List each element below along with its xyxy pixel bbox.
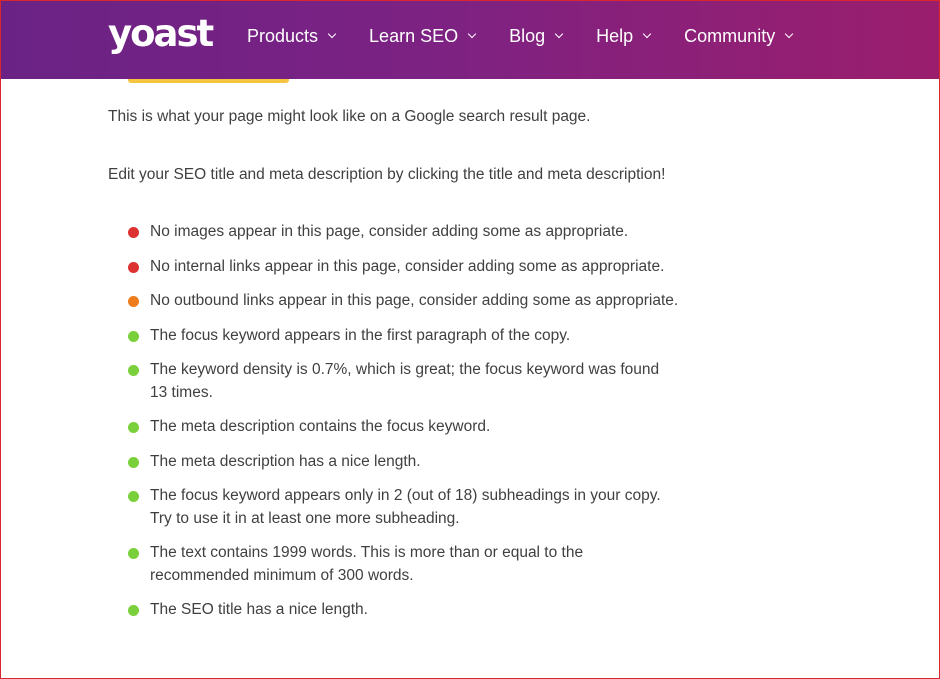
nav-item-label: Blog xyxy=(509,26,546,46)
seo-checks-list: No images appear in this page, consider … xyxy=(108,221,698,622)
seo-check-text: No images appear in this page, consider … xyxy=(150,223,629,240)
chevron-down-icon xyxy=(327,29,337,39)
seo-check-item: The text contains 1999 words. This is mo… xyxy=(108,542,680,587)
nav-item-label: Community xyxy=(684,26,776,46)
seo-check-item: No images appear in this page, consider … xyxy=(108,221,680,244)
yellow-accent-bar xyxy=(128,79,289,83)
status-good-bullet-icon xyxy=(128,491,139,502)
edit-hint-text: Edit your SEO title and meta description… xyxy=(108,166,666,183)
intro-text: This is what your page might look like o… xyxy=(108,108,591,125)
status-good-bullet-icon xyxy=(128,330,139,342)
status-ok-bullet-icon xyxy=(128,296,139,307)
status-bad-bullet-icon xyxy=(128,227,139,238)
seo-check-text: The keyword density is 0.7%, which is gr… xyxy=(150,361,660,401)
status-good-bullet-icon xyxy=(128,422,139,433)
nav-item-label: Learn SEO xyxy=(369,26,459,46)
seo-check-item: No internal links appear in this page, c… xyxy=(108,256,680,279)
seo-check-item: The meta description contains the focus … xyxy=(108,416,680,439)
seo-check-text: No internal links appear in this page, c… xyxy=(150,257,665,275)
chevron-down-icon xyxy=(784,29,794,39)
main-content: This is what your page might look like o… xyxy=(108,105,698,634)
seo-check-text: No outbound links appear in this page, c… xyxy=(150,292,679,309)
seo-check-text: The focus keyword appears only in 2 (out… xyxy=(150,487,661,527)
nav-item-label: Help xyxy=(596,26,634,46)
nav-item-help[interactable]: Help xyxy=(596,24,652,48)
status-good-bullet-icon xyxy=(128,365,139,376)
chevron-down-icon xyxy=(554,29,564,39)
chevron-down-icon xyxy=(467,29,477,39)
seo-check-item: The focus keyword appears only in 2 (out… xyxy=(108,485,680,530)
seo-check-item: The focus keyword appears in the first p… xyxy=(108,325,680,348)
nav-item-products[interactable]: Products xyxy=(247,24,337,48)
seo-check-item: The keyword density is 0.7%, which is gr… xyxy=(108,359,680,404)
nav-item-learn-seo[interactable]: Learn SEO xyxy=(369,24,477,48)
nav-item-blog[interactable]: Blog xyxy=(509,24,564,48)
status-good-bullet-icon xyxy=(128,605,139,616)
main-nav: Products Learn SEO Blog Help Community xyxy=(247,24,826,48)
seo-check-text: The SEO title has a nice length. xyxy=(150,601,368,618)
seo-check-text: The meta description contains the focus … xyxy=(150,418,491,435)
seo-check-item: No outbound links appear in this page, c… xyxy=(108,290,680,313)
seo-check-text: The focus keyword appears in the first p… xyxy=(150,326,571,344)
yoast-logo[interactable]: yoast xyxy=(108,12,214,56)
nav-item-label: Products xyxy=(247,26,319,46)
seo-check-item: The SEO title has a nice length. xyxy=(108,599,680,622)
status-bad-bullet-icon xyxy=(128,261,139,273)
status-good-bullet-icon xyxy=(128,548,139,559)
seo-check-item: The meta description has a nice length. xyxy=(108,451,680,474)
chevron-down-icon xyxy=(642,29,652,39)
seo-check-text: The meta description has a nice length. xyxy=(150,452,421,470)
status-good-bullet-icon xyxy=(128,456,139,468)
site-header: yoast Products Learn SEO Blog Help Commu… xyxy=(0,0,940,79)
nav-item-community[interactable]: Community xyxy=(684,24,794,48)
seo-check-text: The text contains 1999 words. This is mo… xyxy=(150,544,584,584)
